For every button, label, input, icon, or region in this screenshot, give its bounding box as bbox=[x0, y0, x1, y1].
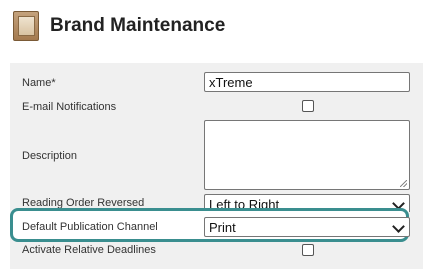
brand-book-icon bbox=[13, 11, 39, 41]
relative-deadlines-checkbox[interactable] bbox=[302, 244, 314, 256]
name-input[interactable] bbox=[204, 72, 410, 92]
email-notifications-checkbox[interactable] bbox=[302, 100, 314, 112]
description-label: Description bbox=[22, 150, 78, 162]
publication-channel-label: Default Publication Channel bbox=[22, 221, 158, 233]
name-label: Name* bbox=[22, 77, 56, 89]
description-textarea[interactable] bbox=[204, 120, 410, 190]
chevron-down-icon bbox=[392, 220, 405, 233]
publication-channel-value: Print bbox=[209, 220, 236, 235]
resize-grip-icon[interactable] bbox=[400, 180, 407, 187]
relative-deadlines-label: Activate Relative Deadlines bbox=[22, 244, 156, 256]
publication-channel-select[interactable]: Print bbox=[204, 217, 410, 237]
email-notifications-label: E-mail Notifications bbox=[22, 101, 117, 113]
page-title: Brand Maintenance bbox=[50, 15, 226, 36]
